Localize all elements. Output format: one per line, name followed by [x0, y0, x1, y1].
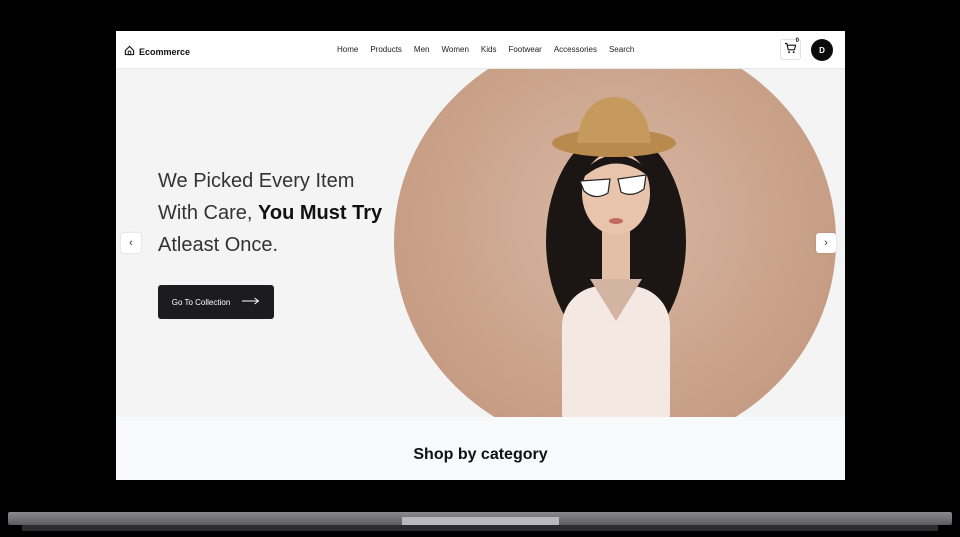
- hero-image: [394, 69, 836, 417]
- nav-item-home[interactable]: Home: [337, 45, 358, 54]
- nav-item-kids[interactable]: Kids: [481, 45, 497, 54]
- nav-item-men[interactable]: Men: [414, 45, 430, 54]
- hero-model-illustration: [546, 97, 686, 417]
- cart-button[interactable]: 0: [780, 38, 801, 60]
- hero-line-3: Atleast Once.: [158, 234, 279, 256]
- top-navbar: Ecommerce Home Products Men Women Kids F…: [116, 31, 845, 69]
- nav-item-women[interactable]: Women: [441, 45, 468, 54]
- nav-item-products[interactable]: Products: [370, 45, 402, 54]
- hero-line-2-prefix: With Care,: [158, 202, 259, 224]
- brand-logo[interactable]: Ecommerce: [124, 43, 190, 61]
- go-to-collection-button[interactable]: Go To Collection: [158, 285, 274, 319]
- hero-heading: We Picked Every Item With Care, You Must…: [158, 165, 398, 261]
- chevron-left-icon: ‹: [129, 237, 133, 249]
- main-nav: Home Products Men Women Kids Footwear Ac…: [337, 45, 634, 54]
- carousel-next-button[interactable]: ›: [816, 233, 836, 253]
- laptop-foot: [22, 525, 938, 531]
- section-title: Shop by category: [413, 446, 548, 463]
- cta-label: Go To Collection: [171, 297, 231, 307]
- home-icon: [124, 43, 135, 61]
- brand-name: Ecommerce: [139, 47, 191, 57]
- nav-item-accessories[interactable]: Accessories: [554, 45, 597, 54]
- nav-item-search[interactable]: Search: [609, 45, 634, 54]
- hero-line-2-bold: You Must Try: [258, 202, 383, 224]
- shop-by-category-section: Shop by category: [116, 417, 845, 480]
- browser-screen: Ecommerce Home Products Men Women Kids F…: [116, 31, 845, 480]
- arrow-right-icon: [242, 297, 260, 307]
- laptop-notch: [402, 517, 559, 525]
- carousel-prev-button[interactable]: ‹: [121, 233, 141, 253]
- chevron-right-icon: ›: [824, 237, 828, 249]
- hero-line-1: We Picked Every Item: [158, 170, 355, 192]
- cart-count-badge: 0: [795, 38, 799, 44]
- hero-banner: We Picked Every Item With Care, You Must…: [116, 69, 845, 417]
- nav-item-footwear[interactable]: Footwear: [508, 45, 541, 54]
- user-avatar[interactable]: D: [811, 39, 833, 61]
